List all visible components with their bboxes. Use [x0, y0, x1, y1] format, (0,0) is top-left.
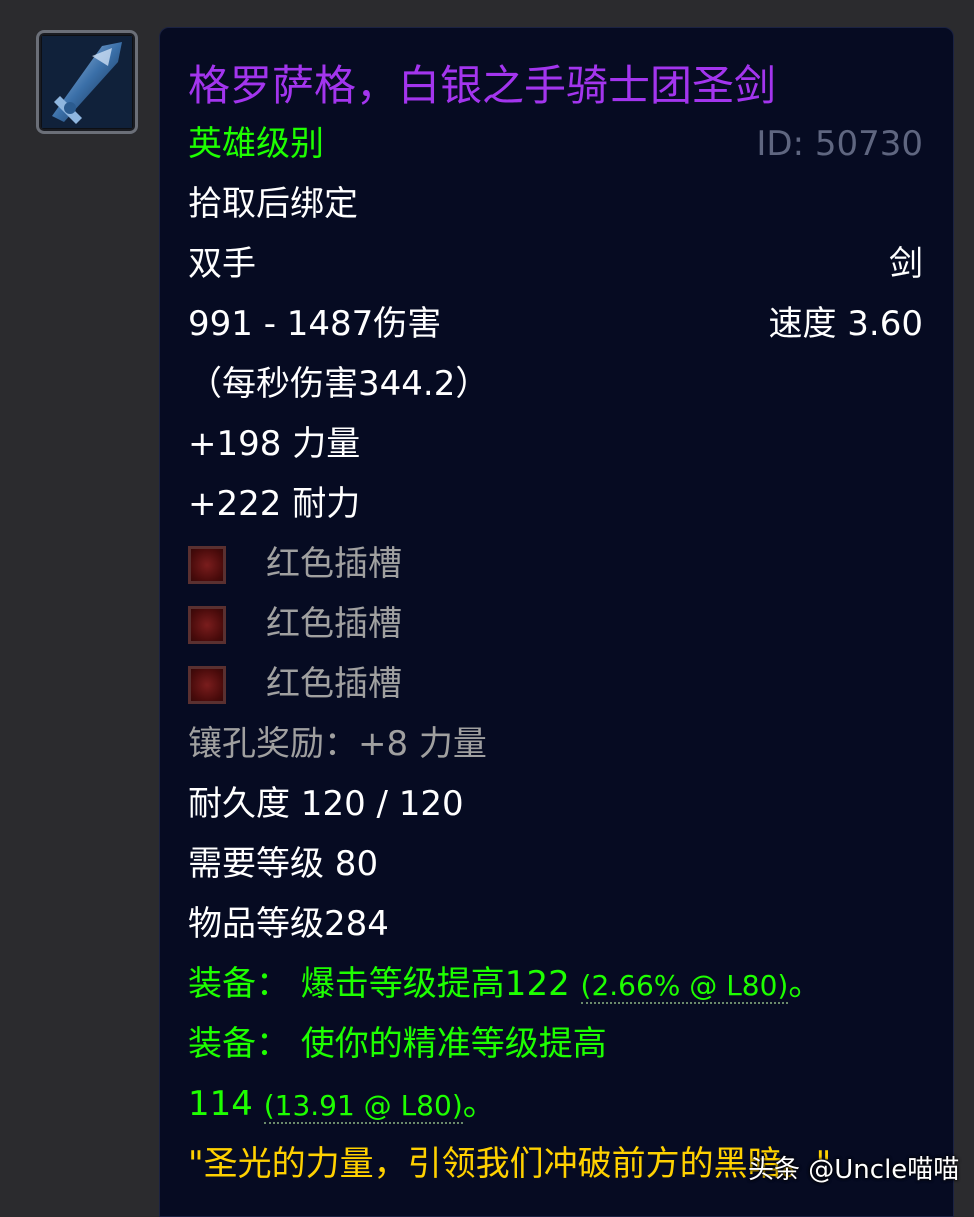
equip-expertise-detail[interactable]: (13.91 @ L80) — [263, 1089, 463, 1124]
item-quality: 英雄级别 — [188, 124, 324, 164]
red-socket-icon — [188, 546, 226, 584]
item-id: ID: 50730 — [756, 124, 923, 164]
item-name: 格罗萨格，白银之手骑士团圣剑 — [188, 61, 777, 110]
bind-type: 拾取后绑定 — [188, 184, 358, 224]
red-socket-icon — [188, 606, 226, 644]
equip-expertise-suffix: 。 — [462, 1084, 497, 1124]
equip-expertise: 装备： 使你的精准等级提高 — [188, 1024, 607, 1064]
quality-row: 英雄级别 ID: 50730 — [188, 120, 923, 168]
equip-expertise-number: 114 — [188, 1084, 264, 1124]
durability: 耐久度 120 / 120 — [188, 784, 464, 824]
socket-label: 红色插槽 — [266, 604, 402, 644]
damage-range: 991 - 1487伤害 — [188, 304, 442, 344]
item-type: 剑 — [889, 244, 923, 284]
watermark: 头条 @Uncle喵喵 — [748, 1155, 960, 1185]
stat-stamina: +222 耐力 — [188, 484, 361, 524]
red-socket-icon — [188, 666, 226, 704]
stat-strength: +198 力量 — [188, 424, 361, 464]
equip-crit: 装备： 爆击等级提高122 (2.66% @ L80)。 — [188, 960, 923, 1008]
required-level: 需要等级 80 — [188, 844, 379, 884]
sword-item-icon — [42, 36, 132, 128]
item-level: 物品等级284 — [188, 904, 389, 944]
equip-crit-text: 装备： 爆击等级提高122 — [188, 964, 581, 1004]
socket-row: 红色插槽 — [188, 660, 923, 708]
socket-label: 红色插槽 — [266, 544, 402, 584]
item-slot: 双手 — [188, 244, 256, 284]
damage-row: 991 - 1487伤害 速度 3.60 — [188, 300, 923, 348]
slot-row: 双手 剑 — [188, 240, 923, 288]
dps: （每秒伤害344.2） — [188, 364, 490, 404]
socket-row: 红色插槽 — [188, 540, 923, 588]
equip-expertise-value: 114 (13.91 @ L80)。 — [188, 1080, 923, 1128]
item-icon[interactable] — [36, 30, 138, 134]
item-tooltip: 格罗萨格，白银之手骑士团圣剑 英雄级别 ID: 50730 拾取后绑定 双手 剑… — [159, 27, 954, 1217]
equip-crit-suffix: 。 — [788, 964, 823, 1004]
socket-row: 红色插槽 — [188, 600, 923, 648]
equip-crit-detail[interactable]: (2.66% @ L80) — [580, 969, 789, 1004]
socket-bonus: 镶孔奖励：+8 力量 — [188, 724, 487, 764]
socket-label: 红色插槽 — [266, 664, 402, 704]
weapon-speed: 速度 3.60 — [768, 304, 923, 344]
